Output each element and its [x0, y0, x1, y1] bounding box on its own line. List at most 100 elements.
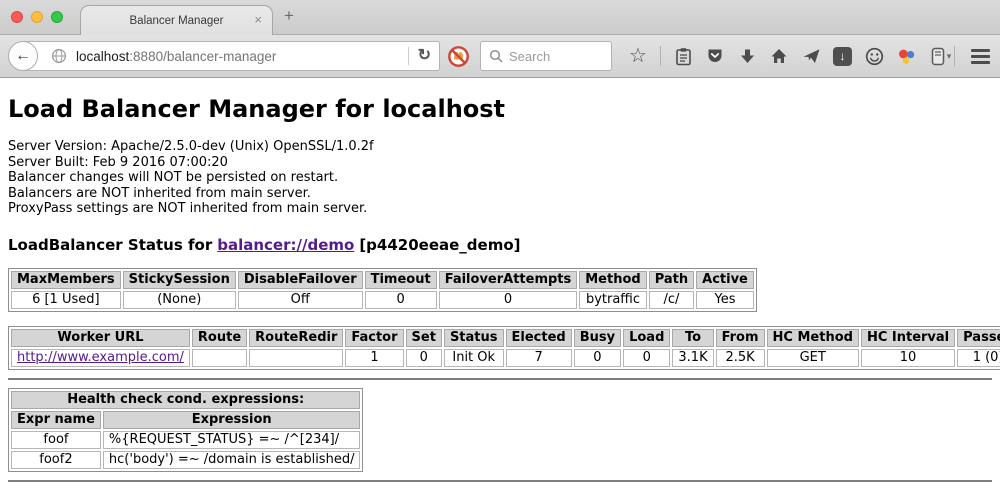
window-close-button[interactable] [11, 11, 23, 23]
search-bar[interactable]: Search [480, 41, 612, 71]
info-line: ProxyPass settings are NOT inherited fro… [8, 201, 992, 217]
column-header: Passes [957, 329, 1000, 347]
column-header: HC Method [767, 329, 859, 347]
server-info: Server Version: Apache/2.5.0-dev (Unix) … [8, 139, 992, 217]
page-title: Load Balancer Manager for localhost [8, 95, 992, 123]
search-placeholder: Search [509, 49, 550, 64]
menu-hamburger-icon[interactable] [971, 49, 990, 64]
colored-dots-extension-icon[interactable] [896, 46, 916, 66]
worker-table: Worker URLRouteRouteRedirFactorSetStatus… [8, 326, 1000, 370]
column-header: Active [696, 271, 754, 289]
url-bar[interactable]: localhost:8880/balancer-manager ↻ [22, 41, 440, 71]
table-cell: Off [238, 291, 363, 309]
window-titlebar: Balancer Manager × + [0, 0, 1000, 35]
browser-tab[interactable]: Balancer Manager × [80, 5, 273, 35]
health-check-table: Health check cond. expressions: Expr name… [8, 388, 363, 472]
column-header: Timeout [365, 271, 437, 289]
table-cell: Init Ok [444, 349, 504, 367]
clipboard-icon[interactable] [673, 46, 693, 66]
url-text[interactable]: localhost:8880/balancer-manager [76, 49, 276, 64]
window-zoom-button[interactable] [51, 11, 63, 23]
table-row: foof%{REQUEST_STATUS} =~ /^[234]/ [11, 431, 360, 449]
tab-close-icon[interactable]: × [254, 12, 262, 27]
info-line: Balancers are NOT inherited from main se… [8, 186, 992, 202]
column-header: Elected [506, 329, 572, 347]
pocket-icon[interactable] [705, 46, 725, 66]
table-cell: 10 [861, 349, 955, 367]
column-header: To [672, 329, 713, 347]
info-line: Server Version: Apache/2.5.0-dev (Unix) … [8, 139, 992, 155]
table-cell: 1 (0) [957, 349, 1000, 367]
column-header: StickySession [123, 271, 236, 289]
downloads-icon[interactable] [737, 46, 757, 66]
page-content: Load Balancer Manager for localhost Serv… [0, 95, 1000, 482]
table-cell: 0 [574, 349, 621, 367]
horizontal-rule [8, 378, 992, 380]
table-cell: 7 [506, 349, 572, 367]
tab-title: Balancer Manager [130, 15, 224, 27]
table-cell: 0 [406, 349, 442, 367]
status-prefix: LoadBalancer Status for [8, 236, 212, 254]
search-icon [489, 49, 503, 63]
back-button[interactable]: ← [8, 41, 38, 71]
smiley-icon[interactable] [864, 46, 884, 66]
bookmark-star-icon[interactable]: ☆ [628, 46, 648, 66]
container-extension-icon[interactable]: ▾ [928, 46, 954, 66]
column-header: Status [444, 329, 504, 347]
chevron-down-icon[interactable]: ▾ [947, 51, 952, 62]
table-title: Health check cond. expressions: [11, 391, 360, 409]
table-cell: bytraffic [579, 291, 646, 309]
column-header: From [716, 329, 765, 347]
table-cell: 0 [365, 291, 437, 309]
table-cell: foof [11, 431, 101, 449]
column-header: DisableFailover [238, 271, 363, 289]
toolbar-right [954, 46, 1000, 66]
table-cell [192, 349, 247, 367]
table-cell: hc('body') =~ /domain is established/ [103, 451, 361, 469]
column-header: RouteRedir [249, 329, 343, 347]
urlbar-divider [408, 47, 409, 65]
table-cell: 0 [439, 291, 578, 309]
worker-link[interactable]: http://www.example.com/ [17, 350, 184, 365]
table-cell: Yes [696, 291, 754, 309]
traffic-lights [11, 11, 63, 23]
plugin-blocked-icon[interactable] [447, 45, 470, 68]
info-line: Server Built: Feb 9 2016 07:00:20 [8, 155, 992, 171]
info-line: Balancer changes will NOT be persisted o… [8, 170, 992, 186]
toolbar-divider [660, 46, 661, 66]
globe-icon[interactable] [49, 46, 69, 66]
new-tab-button[interactable]: + [284, 6, 294, 26]
home-icon[interactable] [769, 46, 789, 66]
column-header: MaxMembers [11, 271, 121, 289]
send-plane-icon[interactable] [801, 46, 821, 66]
download-manager-icon[interactable]: ↓ [833, 47, 852, 66]
table-cell: 0 [623, 349, 670, 367]
reload-icon[interactable]: ↻ [418, 48, 431, 64]
column-header: FailoverAttempts [439, 271, 578, 289]
table-row: http://www.example.com/10Init Ok7003.1K2… [11, 349, 1000, 367]
status-suffix: [p4420eeae_demo] [359, 236, 520, 254]
table-cell: /c/ [649, 291, 694, 309]
balancer-table: MaxMembersStickySessionDisableFailoverTi… [8, 268, 757, 312]
column-header: Expr name [11, 411, 101, 429]
column-header: Set [406, 329, 442, 347]
table-cell [249, 349, 343, 367]
column-header: Route [192, 329, 247, 347]
table-cell: %{REQUEST_STATUS} =~ /^[234]/ [103, 431, 361, 449]
balancer-link[interactable]: balancer://demo [217, 236, 354, 254]
column-header: Busy [574, 329, 621, 347]
table-row: foof2hc('body') =~ /domain is establishe… [11, 451, 360, 469]
link-cell: http://www.example.com/ [11, 349, 190, 367]
table-row: 6 [1 Used](None)Off00bytraffic/c/Yes [11, 291, 754, 309]
table-cell: 3.1K [672, 349, 713, 367]
column-header: Load [623, 329, 670, 347]
table-cell: 2.5K [716, 349, 765, 367]
table-cell: foof2 [11, 451, 101, 469]
window-minimize-button[interactable] [31, 11, 43, 23]
url-host: localhost [76, 49, 129, 64]
navigation-toolbar: ← localhost:8880/balancer-manager ↻ [0, 35, 1000, 78]
table-cell: (None) [123, 291, 236, 309]
column-header: Expression [103, 411, 361, 429]
table-cell: 1 [345, 349, 403, 367]
toolbar-buttons: ☆ [628, 46, 954, 66]
